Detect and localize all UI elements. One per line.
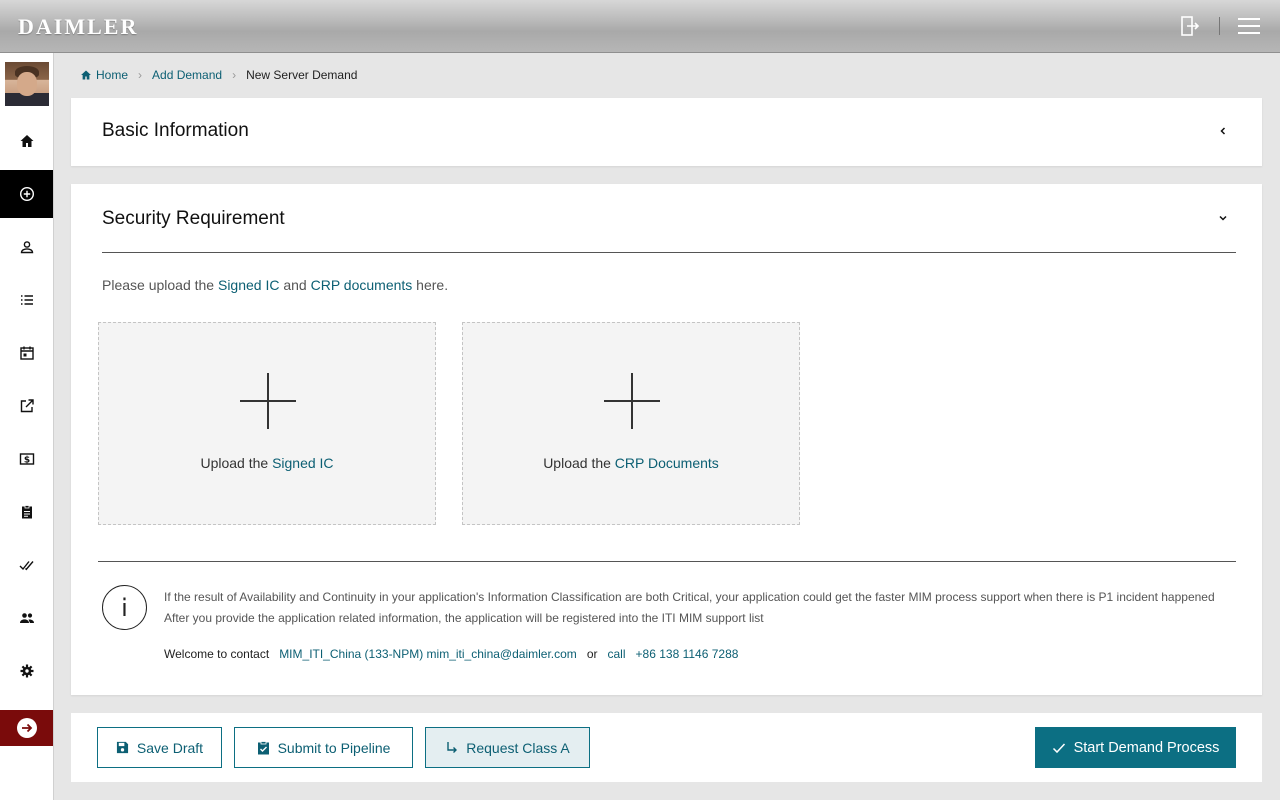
arrow-right-icon [16,718,37,738]
sidebar-item-open-external[interactable] [0,382,53,430]
save-draft-button[interactable]: Save Draft [97,727,222,768]
check-icon [1052,742,1065,753]
upload-instructions: Please upload the Signed IC and CRP docu… [102,277,448,293]
person-icon [20,241,33,254]
upload-label-text: Upload the [200,455,273,471]
upload-signed-ic-link[interactable]: Signed IC [272,455,333,471]
double-check-icon [19,561,34,571]
chevron-down-icon[interactable] [1214,209,1232,227]
intro-text: Please upload the [102,277,218,293]
sidebar-item-calendar[interactable] [0,329,53,377]
chevron-left-icon[interactable] [1214,122,1232,140]
plus-icon [240,373,296,429]
upload-crp-documents-label: Upload the CRP Documents [463,455,799,471]
list-icon [20,295,33,305]
dollar-icon: $ [19,453,34,466]
action-bar: Save Draft Submit to Pipeline Request Cl… [71,713,1262,782]
daimler-logo: DAIMLER [18,14,139,39]
contact-phone-link[interactable]: +86 138 1146 7288 [636,647,739,661]
contact-call-label: call [607,647,626,661]
request-class-a-label: Request Class A [466,739,570,756]
request-class-a-button[interactable]: Request Class A [425,727,590,768]
chevron-right-icon: › [138,68,143,82]
chevron-right-icon: › [232,68,237,82]
add-circle-icon [19,186,34,202]
upload-label-text: Upload the [543,455,615,471]
sidebar: $ [0,53,54,800]
upload-signed-ic-dropzone[interactable]: Upload the Signed IC [98,322,436,525]
top-actions [1177,13,1262,39]
info-icon: i [102,585,147,630]
sidebar-item-approvals[interactable] [0,541,53,589]
upload-signed-ic-label: Upload the Signed IC [99,455,435,471]
upload-crp-documents-link[interactable]: CRP Documents [615,455,719,471]
intro-text: and [279,277,311,293]
hamburger-menu-icon[interactable] [1236,13,1262,39]
basic-information-card: Basic Information [71,98,1262,166]
home-icon [20,135,33,147]
submit-to-pipeline-button[interactable]: Submit to Pipeline [234,727,413,768]
top-bar: DAIMLER [0,0,1280,53]
avatar[interactable] [5,62,49,106]
clipboard-icon [21,505,32,519]
people-icon [19,613,34,623]
info-text-line-1: If the result of Availability and Contin… [164,590,1215,604]
basic-information-title: Basic Information [102,120,249,141]
save-icon [116,741,128,754]
clipboard-check-icon [257,740,269,754]
sidebar-item-list[interactable] [0,276,53,324]
breadcrumb-home[interactable]: Home [96,68,128,82]
gear-icon [20,664,33,678]
contact-email-link[interactable]: MIM_ITI_China (133-NPM) mim_iti_china@da… [279,647,577,661]
contact-label: Welcome to contact [164,647,270,661]
security-requirement-card: Security Requirement Please upload the S… [71,184,1262,695]
external-link-icon [20,399,34,413]
upload-crp-documents-dropzone[interactable]: Upload the CRP Documents [462,322,800,525]
sidebar-item-assignment[interactable] [0,488,53,536]
intro-text: here. [412,277,449,293]
breadcrumb-add-demand[interactable]: Add Demand [152,68,222,82]
sidebar-exit-button[interactable] [0,710,53,746]
submit-to-pipeline-label: Submit to Pipeline [277,739,391,756]
sidebar-item-add-demand[interactable] [0,170,53,218]
contact-or: or [586,647,598,661]
section-divider [102,252,1236,253]
plus-icon [604,373,660,429]
top-divider [1219,17,1220,35]
avatar-face [17,72,37,96]
info-text-line-2: After you provide the application relate… [164,611,764,625]
contact-info: Welcome to contact MIM_ITI_China (133-NP… [164,647,738,661]
calendar-icon [19,346,34,360]
crp-documents-link[interactable]: CRP documents [311,277,413,293]
sidebar-item-settings[interactable] [0,647,53,695]
save-draft-label: Save Draft [136,739,204,756]
section-divider [98,561,1236,562]
logout-icon[interactable] [1177,13,1203,39]
breadcrumb-current: New Server Demand [246,68,358,82]
home-icon [81,70,91,80]
start-demand-process-label: Start Demand Process [1073,739,1220,756]
sidebar-item-home[interactable] [0,117,53,165]
breadcrumb: Home › Add Demand › New Server Demand [80,68,357,82]
security-requirement-title: Security Requirement [102,208,285,229]
signed-ic-link[interactable]: Signed IC [218,277,279,293]
start-demand-process-button[interactable]: Start Demand Process [1035,727,1236,768]
svg-text:$: $ [23,456,29,466]
subdirectory-arrow-icon [447,742,458,753]
sidebar-item-profile[interactable] [0,223,53,271]
sidebar-item-team[interactable] [0,594,53,642]
sidebar-item-billing[interactable]: $ [0,435,53,483]
